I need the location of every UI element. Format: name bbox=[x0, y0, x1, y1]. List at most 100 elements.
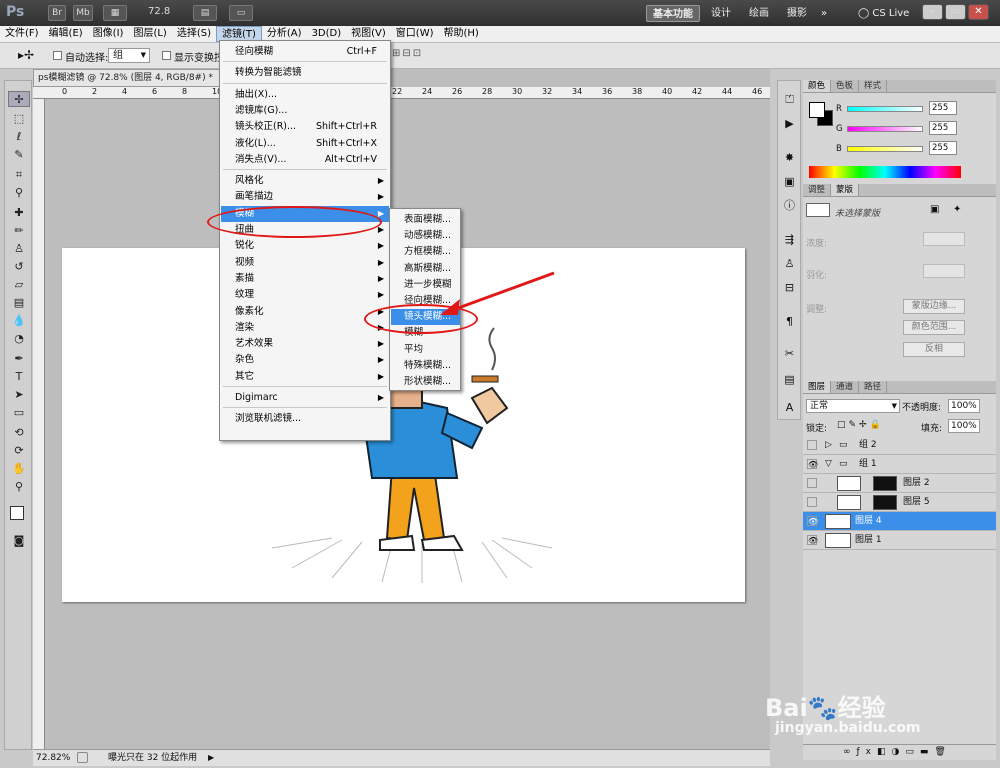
group-toggle-icon[interactable]: ▷ bbox=[825, 436, 832, 454]
vector-mask-icon[interactable]: ✦ bbox=[953, 204, 961, 215]
brush-tool-icon[interactable]: ✏ bbox=[8, 223, 30, 239]
tab-layers[interactable]: 图层 bbox=[803, 381, 832, 393]
layer-row[interactable]: ▷ ▭ 组 2 bbox=[803, 436, 996, 455]
maximize-button[interactable]: ▭ bbox=[945, 4, 966, 20]
blur-submenu-item[interactable]: 动感模糊... bbox=[391, 228, 460, 244]
menu-layer[interactable]: 图层(L) bbox=[128, 26, 171, 42]
menu-edit[interactable]: 编辑(E) bbox=[44, 26, 88, 42]
invert-button[interactable]: 反相 bbox=[903, 342, 965, 357]
feather-input[interactable] bbox=[923, 264, 965, 278]
g-value-input[interactable]: 255 bbox=[929, 121, 957, 135]
g-slider[interactable] bbox=[847, 126, 923, 132]
blur-submenu-item[interactable]: 表面模糊... bbox=[391, 212, 460, 228]
history-panel-icon[interactable]: ⏍ bbox=[781, 91, 798, 108]
workspace-painting[interactable]: 绘画 bbox=[743, 5, 775, 22]
layer-visibility-eye-icon[interactable]: 👁 bbox=[807, 459, 818, 469]
zoom-level[interactable]: 72.8 bbox=[148, 6, 170, 17]
filter-category[interactable]: 素描 ▶ bbox=[221, 271, 389, 287]
dodge-tool-icon[interactable]: ◔ bbox=[8, 331, 30, 347]
tab-styles[interactable]: 样式 bbox=[859, 80, 888, 92]
r-value-input[interactable]: 255 bbox=[929, 101, 957, 115]
filter-category[interactable]: 杂色 ▶ bbox=[221, 352, 389, 368]
crop-tool-icon[interactable]: ⌗ bbox=[8, 167, 30, 183]
pen-tool-icon[interactable]: ✒ bbox=[8, 351, 30, 367]
fill-input[interactable]: 100% bbox=[948, 419, 980, 433]
filter-item[interactable]: 抽出(X)... bbox=[221, 87, 389, 103]
animation-panel-icon[interactable]: ✂ bbox=[781, 345, 798, 362]
tab-adjustments[interactable]: 调整 bbox=[803, 184, 832, 196]
layers-footer-icons[interactable]: ∞ƒx◧◑▭▬🗑 bbox=[803, 744, 996, 760]
menu-help[interactable]: 帮助(H) bbox=[439, 26, 484, 42]
tab-swatches[interactable]: 色板 bbox=[831, 80, 860, 92]
menu-select[interactable]: 选择(S) bbox=[172, 26, 216, 42]
tab-paths[interactable]: 路径 bbox=[859, 381, 888, 393]
filter-item[interactable]: 镜头校正(R)... Shift+Ctrl+R bbox=[221, 119, 389, 135]
filter-item[interactable]: 液化(L)... Shift+Ctrl+X bbox=[221, 136, 389, 152]
filter-item[interactable]: 滤镜库(G)... bbox=[221, 103, 389, 119]
foreground-color-swatch[interactable] bbox=[10, 506, 24, 520]
actions-panel-icon[interactable]: ▶ bbox=[781, 115, 798, 132]
3d-camera-tool-icon[interactable]: ⟳ bbox=[8, 443, 30, 459]
quick-select-tool-icon[interactable]: ✎ bbox=[8, 147, 30, 163]
filter-category[interactable]: 锐化 ▶ bbox=[221, 238, 389, 254]
mask-edge-button[interactable]: 蒙版边缘... bbox=[903, 299, 965, 314]
eyedropper-tool-icon[interactable]: ⚲ bbox=[8, 185, 30, 201]
quick-mask-icon[interactable]: ◙ bbox=[8, 533, 30, 549]
layer-visibility-eye-icon[interactable] bbox=[807, 497, 817, 507]
layer-visibility-eye-icon[interactable] bbox=[807, 440, 817, 450]
history-brush-tool-icon[interactable]: ↺ bbox=[8, 259, 30, 275]
3d-rotate-tool-icon[interactable]: ⟲ bbox=[8, 425, 30, 441]
brush-panel-icon[interactable]: ⇶ bbox=[781, 231, 798, 248]
auto-select-dropdown[interactable]: 组 ▼ bbox=[108, 48, 150, 63]
blur-submenu-item[interactable]: 形状模糊... bbox=[391, 374, 460, 390]
more-workspaces-button[interactable]: » bbox=[815, 5, 833, 22]
menu-window[interactable]: 窗口(W) bbox=[391, 26, 439, 42]
group-toggle-icon[interactable]: ▽ bbox=[825, 455, 832, 473]
type-tool-icon[interactable]: T bbox=[8, 369, 30, 385]
density-input[interactable] bbox=[923, 232, 965, 246]
blur-tool-icon[interactable]: 💧 bbox=[8, 313, 30, 329]
character-panel-icon[interactable]: A bbox=[781, 399, 798, 416]
clone-stamp-tool-icon[interactable]: ♙ bbox=[8, 241, 30, 257]
blur-submenu-item[interactable]: 平均 bbox=[391, 342, 460, 358]
view-extras-button[interactable]: ▦ bbox=[103, 5, 127, 21]
filter-digimarc[interactable]: Digimarc ▶ bbox=[221, 390, 389, 406]
tab-masks[interactable]: 蒙版 bbox=[831, 184, 860, 196]
filter-category[interactable]: 艺术效果 ▶ bbox=[221, 336, 389, 352]
layer-row[interactable]: 👁 ▽ ▭ 组 1 bbox=[803, 455, 996, 474]
show-transform-checkbox[interactable] bbox=[162, 51, 171, 60]
r-slider[interactable] bbox=[847, 106, 923, 112]
lasso-tool-icon[interactable]: ℓ bbox=[8, 129, 30, 145]
move-tool-icon[interactable]: ▸✢ bbox=[18, 48, 34, 62]
color-fg-swatch[interactable] bbox=[809, 102, 825, 118]
mini-bridge-button[interactable]: Mb bbox=[73, 5, 93, 21]
workspace-design[interactable]: 设计 bbox=[705, 5, 737, 22]
info-panel-icon[interactable]: ⓘ bbox=[781, 197, 798, 214]
layer-mask-thumbnail[interactable] bbox=[873, 495, 897, 510]
workspace-essentials[interactable]: 基本功能 bbox=[646, 5, 700, 22]
filter-category[interactable]: 渲染 ▶ bbox=[221, 320, 389, 336]
layer-mask-thumbnail[interactable] bbox=[873, 476, 897, 491]
filter-convert-smart[interactable]: 转换为智能滤镜 bbox=[221, 65, 389, 81]
status-info-icon[interactable] bbox=[77, 752, 88, 763]
notes-panel-icon[interactable]: ▤ bbox=[781, 371, 798, 388]
filter-category[interactable]: 纹理 ▶ bbox=[221, 287, 389, 303]
screen-mode-button[interactable]: ▭ bbox=[229, 5, 253, 21]
blur-submenu-item[interactable]: 方框模糊... bbox=[391, 244, 460, 260]
b-value-input[interactable]: 255 bbox=[929, 141, 957, 155]
arrange-documents-button[interactable]: ▤ bbox=[193, 5, 217, 21]
lock-icons[interactable]: □✎✢🔒 bbox=[837, 420, 884, 430]
tool-presets-icon[interactable]: ⊟ bbox=[781, 279, 798, 296]
filter-category[interactable]: 视频 ▶ bbox=[221, 255, 389, 271]
color-range-button[interactable]: 颜色范围... bbox=[903, 320, 965, 335]
healing-brush-tool-icon[interactable]: ✚ bbox=[8, 205, 30, 221]
layer-visibility-eye-icon[interactable] bbox=[807, 478, 817, 488]
filter-category[interactable]: 画笔描边 ▶ bbox=[221, 189, 389, 205]
layer-row[interactable]: 图层 5 bbox=[803, 493, 996, 512]
status-zoom[interactable]: 72.82% bbox=[36, 750, 70, 766]
blend-mode-dropdown[interactable]: 正常 ▼ bbox=[806, 399, 900, 413]
layer-row[interactable]: 👁 图层 4 bbox=[803, 512, 996, 531]
pixel-mask-icon[interactable]: ▣ bbox=[930, 204, 939, 215]
layer-row[interactable]: 图层 2 bbox=[803, 474, 996, 493]
hand-tool-icon[interactable]: ✋ bbox=[8, 461, 30, 477]
